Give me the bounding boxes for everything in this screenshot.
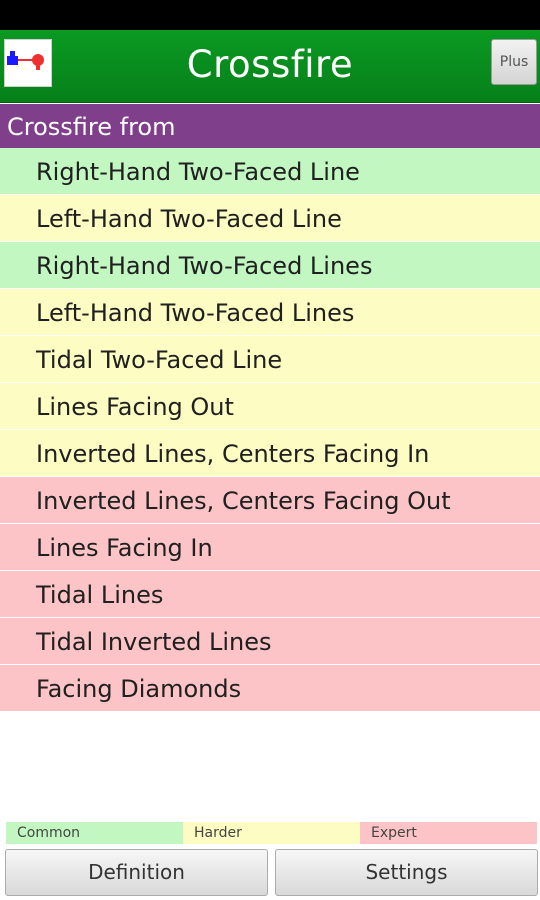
list-item[interactable]: Lines Facing Out [0,383,540,430]
app-title: Crossfire [186,43,354,86]
list-item[interactable]: Tidal Lines [0,571,540,618]
difficulty-legend: Common Harder Expert [6,822,537,844]
list-item[interactable]: Left-Hand Two-Faced Line [0,195,540,242]
plus-button[interactable]: Plus [491,39,537,85]
list-item[interactable]: Right-Hand Two-Faced Lines [0,242,540,289]
title-bar: Crossfire Plus [0,30,540,103]
list-item[interactable]: Left-Hand Two-Faced Lines [0,289,540,336]
list-item[interactable]: Lines Facing In [0,524,540,571]
list-item[interactable]: Right-Hand Two-Faced Line [0,148,540,195]
status-bar [0,0,540,30]
settings-button[interactable]: Settings [275,849,538,896]
list-item[interactable]: Inverted Lines, Centers Facing Out [0,477,540,524]
legend-common: Common [6,822,183,844]
list-item[interactable]: Tidal Inverted Lines [0,618,540,665]
legend-harder: Harder [183,822,360,844]
definition-button[interactable]: Definition [5,849,268,896]
formation-list: Right-Hand Two-Faced Line Left-Hand Two-F… [0,148,540,712]
section-header: Crossfire from [0,104,540,148]
list-item[interactable]: Tidal Two-Faced Line [0,336,540,383]
legend-expert: Expert [360,822,537,844]
list-item[interactable]: Facing Diamonds [0,665,540,712]
list-item[interactable]: Inverted Lines, Centers Facing In [0,430,540,477]
